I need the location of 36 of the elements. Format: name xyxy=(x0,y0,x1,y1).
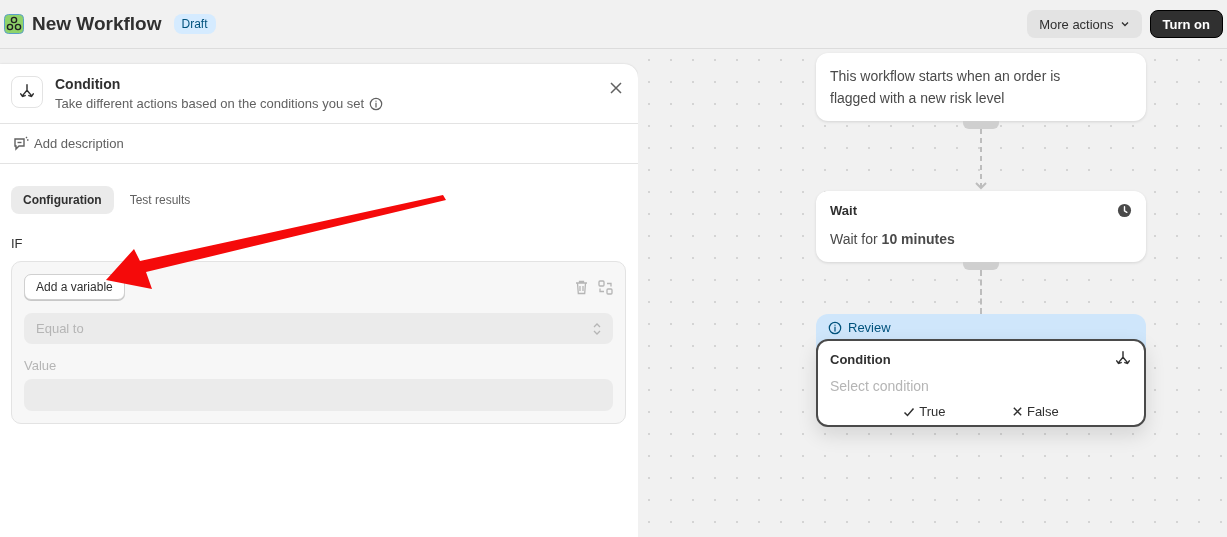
add-variable-button[interactable]: Add a variable xyxy=(24,274,125,300)
wait-card[interactable]: Wait Wait for 10 minutes xyxy=(816,191,1146,262)
trash-icon[interactable] xyxy=(575,279,588,295)
more-actions-button[interactable]: More actions xyxy=(1027,10,1142,38)
close-icon[interactable] xyxy=(610,82,622,94)
info-icon xyxy=(369,96,384,111)
node-description: This workflow starts when an order is flagged with a new risk level xyxy=(830,67,1062,108)
value-label: Value xyxy=(24,358,58,373)
panel-tab[interactable]: Configuration xyxy=(11,186,114,214)
status-badge: Draft xyxy=(173,14,216,34)
turn-on-button[interactable]: Turn on xyxy=(1149,10,1223,38)
check-icon xyxy=(903,405,916,418)
node-title: Condition xyxy=(830,351,891,367)
chevron-down-icon xyxy=(1119,19,1130,29)
branch-label: True xyxy=(903,404,946,419)
panel-tab[interactable]: Test results xyxy=(117,186,203,214)
node-description: Wait for 10 minutes xyxy=(830,230,956,249)
node-title: Wait xyxy=(830,203,857,218)
clock-icon xyxy=(1117,203,1132,218)
info-icon xyxy=(828,320,842,335)
swap-icon[interactable] xyxy=(598,279,613,295)
close-icon xyxy=(1011,406,1023,417)
comment-icon xyxy=(13,136,29,151)
condition-placeholder: Select condition xyxy=(830,378,930,394)
workflow-title: New Workflow xyxy=(32,13,162,35)
if-label: IF xyxy=(10,235,24,253)
branch-label: False xyxy=(1011,404,1059,419)
dashed-connector xyxy=(974,129,988,191)
banner-text: Review xyxy=(848,320,891,335)
condition-card[interactable]: Condition Select condition True False xyxy=(816,339,1146,427)
select-arrows-icon xyxy=(593,321,601,336)
trigger-card[interactable]: This workflow starts when an order is flagged with a new risk level xyxy=(816,53,1146,121)
panel-title: Condition xyxy=(55,76,122,92)
panel-subtitle: Take different actions based on the conditions you set xyxy=(55,96,365,111)
add-description-button[interactable]: Add description xyxy=(0,124,638,164)
workflow-logo-icon xyxy=(4,14,24,34)
